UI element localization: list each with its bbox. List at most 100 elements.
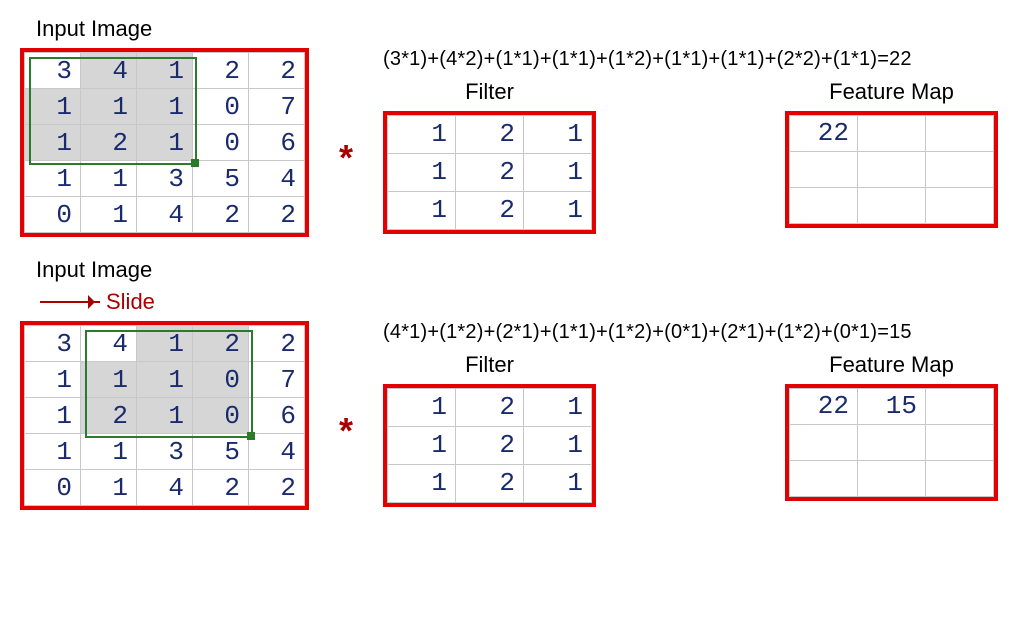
feature-cell — [858, 187, 926, 223]
filter-cell: 1 — [524, 153, 592, 191]
input-image-grid: 3412211107121061135401422 — [20, 48, 309, 237]
input-cell: 2 — [249, 326, 305, 362]
slide-label: Slide — [106, 289, 155, 315]
filter-grid: 121121121 — [383, 384, 596, 507]
feature-cell — [790, 424, 858, 460]
input-cell: 0 — [193, 89, 249, 125]
input-cell: 1 — [81, 470, 137, 506]
input-cell: 2 — [193, 197, 249, 233]
input-cell: 7 — [249, 89, 305, 125]
input-cell: 4 — [137, 470, 193, 506]
input-cell: 0 — [193, 398, 249, 434]
filter-label: Filter — [465, 352, 514, 378]
input-cell: 2 — [193, 470, 249, 506]
input-cell: 1 — [137, 362, 193, 398]
input-cell: 4 — [81, 326, 137, 362]
filter-cell: 1 — [388, 426, 456, 464]
feature-cell — [858, 151, 926, 187]
input-image-grid: 3412211107121061135401422 — [20, 321, 309, 510]
feature-cell — [926, 151, 994, 187]
input-cell: 3 — [25, 53, 81, 89]
input-image-label: Input Image — [36, 257, 1004, 283]
input-cell: 1 — [25, 89, 81, 125]
convolution-step-1: Input Image 3412211107121061135401422 * … — [20, 16, 1004, 237]
filter-cell: 2 — [456, 426, 524, 464]
convolution-step-2: Input Image Slide 3412211107121061135401… — [20, 257, 1004, 510]
feature-cell — [858, 115, 926, 151]
equation-step-1: (3*1)+(4*2)+(1*1)+(1*1)+(1*2)+(1*1)+(1*1… — [383, 48, 1004, 71]
feature-cell — [926, 460, 994, 496]
filter-cell: 1 — [524, 464, 592, 502]
filter-cell: 1 — [524, 115, 592, 153]
input-cell: 0 — [193, 125, 249, 161]
filter-cell: 1 — [524, 426, 592, 464]
input-cell: 0 — [25, 470, 81, 506]
arrow-right-icon — [40, 301, 100, 303]
input-cell: 5 — [193, 434, 249, 470]
feature-cell: 22 — [790, 388, 858, 424]
filter-cell: 1 — [524, 191, 592, 229]
input-cell: 1 — [25, 398, 81, 434]
feature-cell — [926, 187, 994, 223]
input-cell: 1 — [137, 89, 193, 125]
input-cell: 3 — [137, 434, 193, 470]
input-cell: 2 — [81, 398, 137, 434]
filter-label: Filter — [465, 79, 514, 105]
input-cell: 1 — [81, 161, 137, 197]
input-cell: 4 — [249, 434, 305, 470]
input-cell: 2 — [249, 53, 305, 89]
filter-cell: 1 — [388, 115, 456, 153]
input-cell: 2 — [81, 125, 137, 161]
input-cell: 1 — [137, 398, 193, 434]
convolution-operator: * — [333, 410, 359, 452]
feature-cell — [926, 388, 994, 424]
input-cell: 4 — [137, 197, 193, 233]
feature-map-label: Feature Map — [829, 79, 954, 105]
feature-cell — [926, 424, 994, 460]
input-cell: 1 — [137, 53, 193, 89]
input-cell: 5 — [193, 161, 249, 197]
input-cell: 6 — [249, 398, 305, 434]
input-cell: 0 — [25, 197, 81, 233]
input-cell: 2 — [249, 197, 305, 233]
input-cell: 2 — [193, 326, 249, 362]
input-cell: 3 — [25, 326, 81, 362]
filter-cell: 1 — [388, 191, 456, 229]
convolution-operator: * — [333, 137, 359, 179]
input-cell: 1 — [81, 89, 137, 125]
feature-cell — [790, 151, 858, 187]
feature-cell — [926, 115, 994, 151]
input-cell: 7 — [249, 362, 305, 398]
feature-cell — [858, 460, 926, 496]
input-cell: 1 — [25, 362, 81, 398]
filter-cell: 1 — [524, 388, 592, 426]
input-cell: 4 — [81, 53, 137, 89]
input-cell: 1 — [81, 362, 137, 398]
feature-map-grid: 22 — [785, 111, 998, 228]
input-cell: 2 — [249, 470, 305, 506]
feature-map-label: Feature Map — [829, 352, 954, 378]
feature-map-grid: 2215 — [785, 384, 998, 501]
feature-cell — [790, 460, 858, 496]
input-cell: 1 — [137, 125, 193, 161]
input-cell: 6 — [249, 125, 305, 161]
input-cell: 1 — [25, 434, 81, 470]
input-cell: 1 — [25, 125, 81, 161]
filter-cell: 2 — [456, 388, 524, 426]
feature-cell — [790, 187, 858, 223]
filter-grid: 121121121 — [383, 111, 596, 234]
filter-cell: 1 — [388, 388, 456, 426]
filter-cell: 2 — [456, 153, 524, 191]
input-cell: 1 — [81, 434, 137, 470]
feature-cell: 22 — [790, 115, 858, 151]
equation-step-2: (4*1)+(1*2)+(2*1)+(1*1)+(1*2)+(0*1)+(2*1… — [383, 321, 1004, 344]
input-cell: 1 — [81, 197, 137, 233]
feature-cell: 15 — [858, 388, 926, 424]
input-cell: 0 — [193, 362, 249, 398]
filter-cell: 2 — [456, 464, 524, 502]
input-cell: 3 — [137, 161, 193, 197]
filter-cell: 2 — [456, 115, 524, 153]
input-cell: 4 — [249, 161, 305, 197]
input-cell: 1 — [25, 161, 81, 197]
filter-cell: 1 — [388, 153, 456, 191]
